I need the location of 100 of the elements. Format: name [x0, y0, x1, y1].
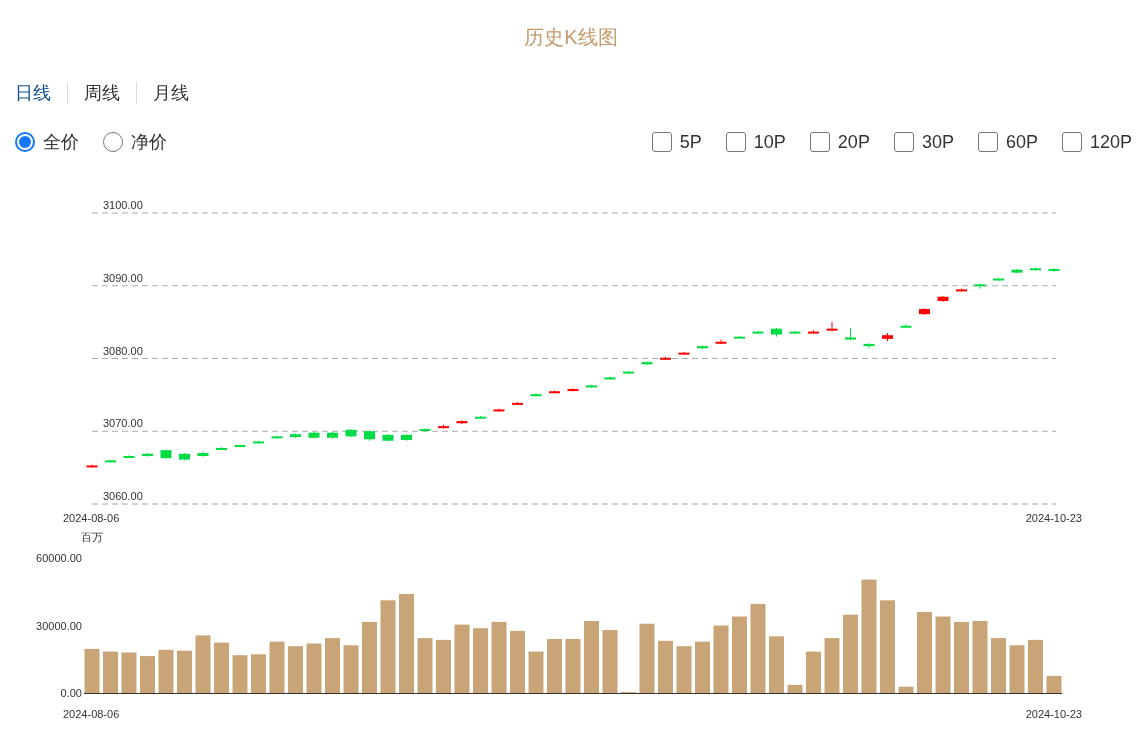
volume-bar: [140, 656, 155, 693]
candle: [160, 448, 172, 460]
candle: [179, 452, 190, 461]
checkbox[interactable]: [893, 132, 914, 152]
unit-label: 百万: [81, 531, 103, 543]
candle: [345, 428, 357, 438]
date-label: 2024-10-23: [1025, 708, 1082, 720]
volume-bar: [528, 651, 544, 693]
volume-bar: [713, 625, 729, 693]
volume-bar: [288, 646, 303, 693]
volume-bar: [454, 624, 470, 693]
candle: [993, 277, 1004, 282]
candle: [364, 430, 375, 442]
checkbox[interactable]: [725, 132, 746, 152]
candle: [808, 329, 819, 335]
checkbox[interactable]: [809, 132, 830, 152]
candle: [734, 335, 745, 339]
candle: [752, 330, 764, 335]
candle: [845, 327, 856, 341]
candle: [512, 401, 523, 406]
date-label: 2024-08-06: [63, 512, 120, 523]
candle: [623, 370, 634, 375]
volume-bar: [824, 638, 840, 693]
volume-bar: [898, 686, 914, 693]
volume-bar: [769, 636, 784, 693]
date-label: 2024-08-06: [63, 708, 120, 720]
volume-bar: [491, 621, 507, 693]
candle: [697, 344, 708, 350]
price-label: 3080.00: [103, 344, 143, 357]
candle: [974, 283, 986, 290]
period-tab[interactable]: 月线: [137, 81, 205, 105]
axis-label: 60000.00: [36, 552, 82, 564]
candle: [863, 342, 875, 349]
volume-bar: [547, 639, 562, 693]
volume-bar: [991, 638, 1006, 693]
candle: [493, 408, 505, 413]
volume-bar: [954, 621, 969, 693]
candle: [438, 424, 449, 429]
volume-bar: [658, 640, 673, 693]
volume-bar: [510, 630, 525, 693]
axis-label: 0.00: [60, 687, 82, 699]
candle: [530, 392, 542, 397]
candle: [660, 356, 671, 360]
volume-bar: [565, 639, 581, 693]
price-label: 3090.00: [103, 271, 143, 284]
volume-bar: [195, 635, 211, 693]
volume-bar: [972, 621, 988, 693]
radio-label: 全价: [43, 131, 79, 154]
candle: [86, 464, 98, 469]
checkbox[interactable]: [1061, 132, 1082, 152]
candle: [678, 351, 690, 355]
volume-bar: [584, 621, 599, 693]
volume-bar: [214, 642, 229, 693]
volume-bar: [1028, 639, 1043, 693]
price-label: 3060.00: [103, 490, 143, 502]
volume-bar: [676, 646, 692, 693]
candle: [327, 431, 338, 439]
candle: [308, 431, 320, 439]
checkbox[interactable]: [977, 132, 998, 152]
volume-bar: [251, 654, 266, 693]
price-label: 3100.00: [103, 199, 143, 211]
candle: [919, 307, 930, 316]
period-tab[interactable]: 周线: [68, 81, 136, 105]
checkbox[interactable]: [651, 132, 672, 152]
candle: [1011, 268, 1023, 274]
candle: [216, 446, 227, 451]
volume-bar: [232, 655, 248, 693]
volume-bar: [473, 628, 488, 693]
volume-bar: [436, 639, 451, 693]
checkbox-label: 10P: [753, 131, 786, 153]
date-label: 2024-10-23: [1025, 512, 1082, 523]
checkbox-label: 20P: [837, 131, 870, 153]
volume-bar: [158, 649, 174, 693]
price-label: 3070.00: [103, 417, 143, 430]
candle: [401, 433, 412, 442]
volume-bar: [602, 630, 618, 693]
candle: [234, 443, 246, 448]
candle: [271, 435, 283, 439]
candle: [771, 327, 782, 338]
volume-bar: [306, 643, 322, 693]
candle: [586, 384, 597, 389]
volume-bar: [806, 651, 821, 693]
radio-label: 净价: [131, 131, 167, 154]
candle: [956, 288, 967, 293]
candle: [937, 295, 949, 303]
volume-bar: [103, 651, 118, 693]
volume-bar: [343, 645, 359, 693]
candle: [1030, 267, 1041, 271]
volume-bar: [417, 638, 433, 693]
period-tab[interactable]: 日线: [15, 81, 67, 105]
candle: [253, 440, 264, 445]
radio-button[interactable]: [15, 132, 35, 152]
checkbox-label: 30P: [921, 131, 954, 153]
candle: [789, 330, 801, 335]
candle: [826, 321, 838, 332]
candle: [123, 454, 135, 459]
volume-bar: [695, 641, 710, 693]
candle: [604, 376, 616, 381]
volume-bar: [121, 652, 137, 693]
candle: [290, 432, 301, 439]
